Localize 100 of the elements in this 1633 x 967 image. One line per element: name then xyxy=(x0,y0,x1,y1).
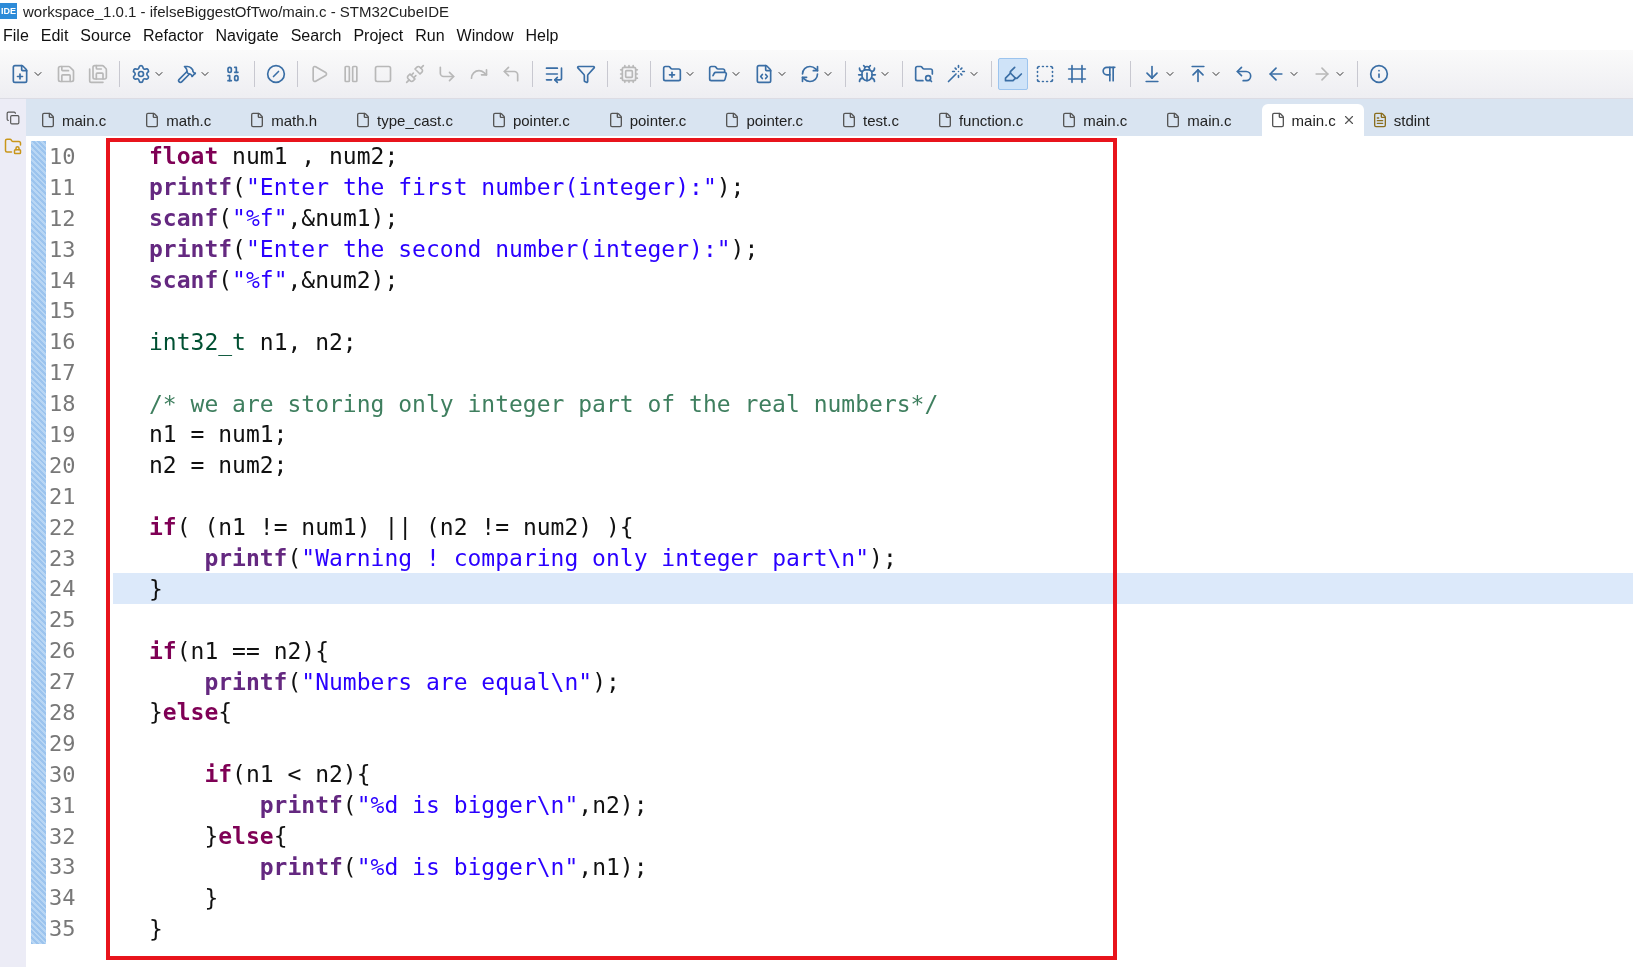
tab-label: pointer.c xyxy=(746,111,804,129)
restore-icon[interactable] xyxy=(6,111,20,125)
tab-label: main.c xyxy=(1187,111,1232,129)
menu-item[interactable]: Project xyxy=(350,27,413,45)
code-text: printf("%d is bigger\n",n1); xyxy=(258,853,648,880)
tab-label: math.c xyxy=(166,111,212,129)
tab-label: function.c xyxy=(958,111,1024,129)
menu-item[interactable]: File xyxy=(0,27,38,45)
line-number: 15 xyxy=(48,298,77,324)
code-text: if( (n1 != num1) || (n2 != num2) ){ xyxy=(149,514,634,541)
line-number: 33 xyxy=(48,854,77,880)
code-text: scanf("%f",&num1); xyxy=(149,205,399,232)
code-text: if(n1 == n2){ xyxy=(149,637,330,664)
file-icon xyxy=(144,112,161,128)
editor-tab[interactable]: main.c xyxy=(1157,104,1262,136)
line-number: 24 xyxy=(48,576,77,602)
code-text: if(n1 < n2){ xyxy=(203,761,371,788)
tab-label: math.h xyxy=(271,111,318,129)
line-number: 16 xyxy=(48,329,77,355)
line-number: 25 xyxy=(48,607,77,633)
line-number: 20 xyxy=(48,452,77,478)
toolbar-button[interactable] xyxy=(998,58,1028,90)
code-text: } xyxy=(149,575,163,602)
editor-tab[interactable]: pointer.c xyxy=(482,104,600,136)
app-icon: IDE xyxy=(0,3,17,19)
editor-tab[interactable]: main.c xyxy=(1053,104,1158,136)
line-number: 31 xyxy=(48,792,77,818)
file-icon xyxy=(607,112,624,128)
editor-tab[interactable]: math.h xyxy=(241,104,348,136)
line-number: 14 xyxy=(48,267,77,293)
menu-item[interactable]: Run xyxy=(412,27,454,45)
tab-label: pointer.c xyxy=(512,111,570,129)
line-number: 30 xyxy=(48,761,77,787)
editor-tab[interactable]: test.c xyxy=(833,104,929,136)
editor-tab[interactable]: function.c xyxy=(928,104,1054,136)
line-number: 17 xyxy=(48,360,77,386)
line-number: 11 xyxy=(48,174,77,200)
code-text: }else{ xyxy=(203,823,288,850)
line-number: 34 xyxy=(48,885,77,911)
editor-tab[interactable]: math.c xyxy=(136,104,242,136)
line-number: 22 xyxy=(48,514,77,540)
code-text: printf("Enter the first number(integer):"); xyxy=(149,174,745,201)
tab-label: stdint xyxy=(1393,111,1430,129)
header-file-icon xyxy=(1371,112,1388,128)
menu-item[interactable]: Source xyxy=(77,27,141,45)
code-text: printf("%d is bigger\n",n2); xyxy=(258,792,648,819)
code-text: } xyxy=(149,915,163,942)
code-text: printf("Numbers are equal\n"); xyxy=(203,668,620,695)
code-text: printf("Enter the second number(integer):"); xyxy=(149,236,759,263)
tab-label: main.c xyxy=(1291,111,1336,129)
folder-lock-icon xyxy=(4,137,22,155)
editor-tab[interactable]: pointer.c xyxy=(716,104,834,136)
code-text: scanf("%f",&num2); xyxy=(149,267,399,293)
code-text: } xyxy=(203,884,219,911)
file-icon xyxy=(249,112,266,128)
tab-label: pointer.c xyxy=(629,111,687,129)
line-number: 32 xyxy=(48,823,77,849)
tab-label: test.c xyxy=(863,111,899,129)
file-icon xyxy=(936,112,953,128)
menu-item[interactable]: Search xyxy=(287,27,351,45)
editor-tab[interactable]: main.c xyxy=(32,104,137,136)
file-icon xyxy=(724,112,741,128)
line-number: 18 xyxy=(48,391,77,417)
file-icon xyxy=(1061,112,1078,128)
file-icon xyxy=(355,112,372,128)
file-icon xyxy=(40,112,56,128)
line-number: 28 xyxy=(48,699,77,725)
menu-item[interactable]: Navigate xyxy=(212,27,288,45)
file-icon xyxy=(490,112,507,128)
file-icon xyxy=(841,112,858,128)
code-text: n1 = num1; xyxy=(149,421,288,448)
line-number: 13 xyxy=(48,236,77,262)
code-text: float num1 , num2; xyxy=(149,143,399,170)
editor-tab[interactable]: type_cast.c xyxy=(347,104,483,136)
line-number: 23 xyxy=(48,545,77,571)
editor-tab[interactable]: main.c xyxy=(1261,104,1364,136)
line-number: 21 xyxy=(48,483,77,509)
line-number: 19 xyxy=(48,421,77,447)
line-number: 26 xyxy=(48,638,77,664)
menu-item[interactable]: Edit xyxy=(37,27,78,45)
tab-label: main.c xyxy=(62,111,107,129)
editor-tab[interactable]: stdint xyxy=(1363,104,1460,136)
code-text: int32_t n1, n2; xyxy=(149,328,357,355)
menu-item[interactable]: Refactor xyxy=(140,27,213,45)
window-title: workspace_1.0.1 - ifelseBiggestOfTwo/main.c - STM32CubeIDE xyxy=(23,2,450,20)
line-number: 35 xyxy=(48,916,77,942)
menu-item[interactable]: Window xyxy=(453,27,523,45)
tab-label: type_cast.c xyxy=(377,111,453,129)
line-number: 27 xyxy=(48,669,77,695)
line-number: 29 xyxy=(48,730,77,756)
file-icon xyxy=(1269,112,1286,128)
line-number: 10 xyxy=(48,143,77,169)
code-text: n2 = num2; xyxy=(149,452,288,479)
menu-item[interactable]: Help xyxy=(522,27,568,45)
file-icon xyxy=(1165,112,1182,128)
editor-tab[interactable]: pointer.c xyxy=(599,104,717,136)
line-number: 12 xyxy=(48,205,77,231)
code-text: }else{ xyxy=(149,699,233,726)
code-text: printf("Warning ! comparing only integer part\n"); xyxy=(203,545,897,571)
code-text: /* we are storing only integer part of the real numbers*/ xyxy=(149,390,939,417)
